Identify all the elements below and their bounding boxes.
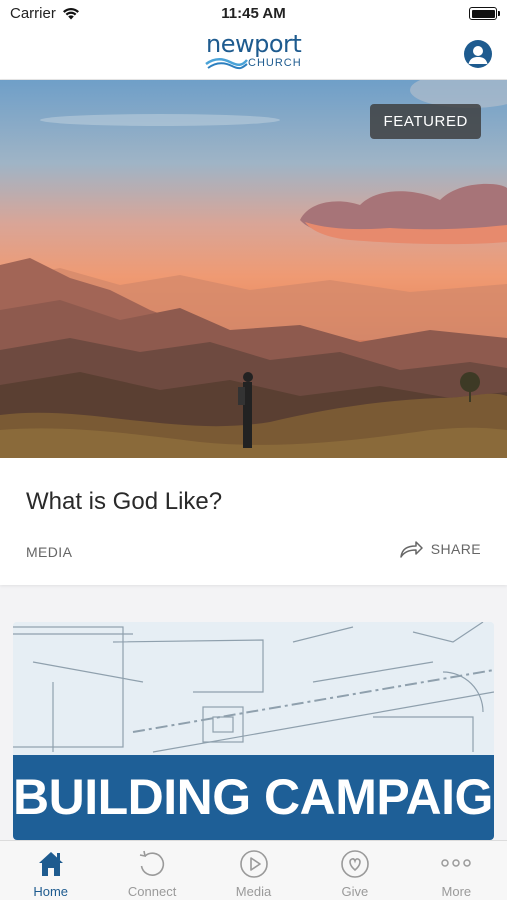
church-logo[interactable]: newport CHURCH xyxy=(204,30,306,76)
user-icon xyxy=(468,46,488,64)
featured-category: MEDIA xyxy=(26,544,73,560)
tab-more[interactable]: More xyxy=(406,841,507,900)
campaign-title: BUILDING CAMPAIGN xyxy=(13,769,494,825)
home-icon xyxy=(38,852,63,876)
profile-button[interactable] xyxy=(464,40,492,68)
status-time: 11:45 AM xyxy=(221,5,286,22)
featured-card[interactable]: FEATURED What is God Like? MEDIA SHARE xyxy=(0,80,507,585)
tab-media[interactable]: Media xyxy=(203,841,304,900)
featured-badge: FEATURED xyxy=(370,104,481,139)
tab-connect-label: Connect xyxy=(127,884,177,899)
refresh-icon xyxy=(139,850,165,876)
battery-icon xyxy=(469,7,500,20)
logo-subtitle: CHURCH xyxy=(248,57,302,69)
featured-title[interactable]: What is God Like? xyxy=(26,488,222,516)
heart-icon xyxy=(341,850,369,878)
tab-media-label: Media xyxy=(235,884,272,899)
featured-hero-image: FEATURED xyxy=(0,80,507,458)
tab-home-label: Home xyxy=(33,884,69,899)
play-icon xyxy=(239,850,268,878)
share-label: SHARE xyxy=(430,541,481,557)
tab-connect[interactable]: Connect xyxy=(101,841,202,900)
app-header: newport CHURCH xyxy=(0,28,507,80)
tab-more-label: More xyxy=(441,884,472,899)
logo-wordmark: newport xyxy=(206,30,302,58)
building-campaign-card[interactable]: BUILDING CAMPAIGN xyxy=(13,622,494,840)
tab-home[interactable]: Home xyxy=(0,841,101,900)
status-bar: Carrier 11:45 AM xyxy=(0,0,507,28)
tab-give-label: Give xyxy=(341,884,369,899)
wave-icon xyxy=(205,58,248,70)
share-button[interactable]: SHARE xyxy=(399,540,481,558)
share-icon xyxy=(400,541,423,558)
tab-give[interactable]: Give xyxy=(304,841,405,900)
more-icon xyxy=(441,859,472,867)
tab-bar: Home Connect Media Give More xyxy=(0,840,507,900)
